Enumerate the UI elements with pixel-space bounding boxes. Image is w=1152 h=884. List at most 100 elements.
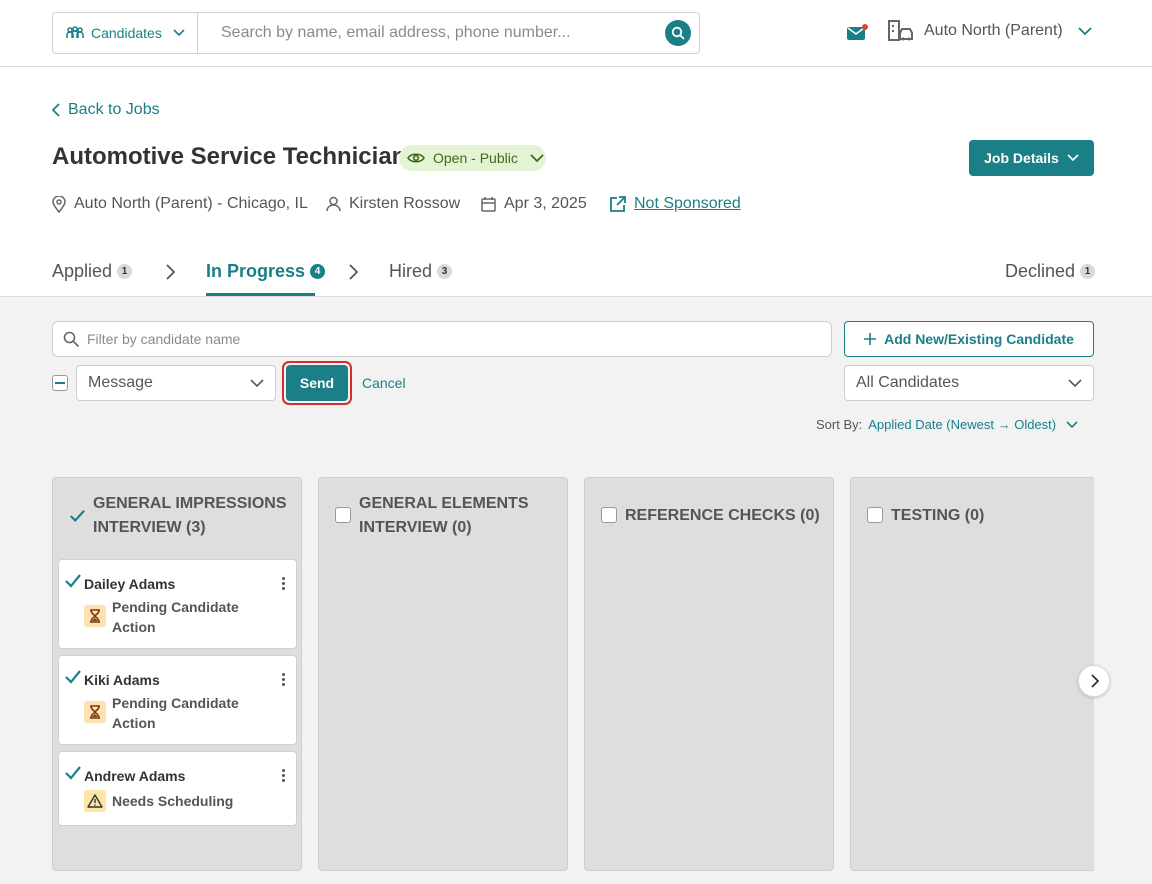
sort-control[interactable]: Sort By: Applied Date (Newest → Oldest) [816,417,1078,432]
tab-applied[interactable]: Applied 1 [52,261,133,282]
top-bar: Candidates Search by name, email address… [0,0,1152,67]
candidate-checkbox[interactable] [65,574,81,588]
plus-icon [864,333,877,345]
job-title: Automotive Service Technician [52,143,407,170]
add-candidate-button[interactable]: Add New/Existing Candidate [844,321,1094,357]
send-button[interactable]: Send [286,365,348,401]
chevron-down-icon [250,378,264,387]
search-button[interactable] [665,20,691,46]
candidate-status: Pending Candidate Action [112,599,239,635]
tab-count: 4 [310,264,326,279]
job-status-dropdown[interactable]: Open - Public [399,145,546,171]
tab-count: 3 [437,264,453,279]
stage-column: REFERENCE CHECKS (0) [584,477,834,871]
add-candidate-label: Add New/Existing Candidate [884,331,1074,347]
active-tab-indicator [206,293,315,296]
chevron-down-icon [1067,154,1079,162]
sort-value: Applied Date (Newest → Oldest) [868,417,1057,432]
search-scope-dropdown[interactable]: Candidates [53,13,198,53]
more-options-icon[interactable] [282,769,285,784]
job-location: Auto North (Parent) - Chicago, IL [52,195,308,213]
tab-declined[interactable]: Declined 1 [1005,261,1096,282]
candidate-filter-input[interactable]: Filter by candidate name [52,321,832,357]
more-options-icon[interactable] [282,577,285,592]
back-to-jobs-link[interactable]: Back to Jobs [52,101,160,119]
bulk-action-select[interactable]: Message [76,365,276,401]
stage-column: GENERAL IMPRESSIONS INTERVIEW (3) Dailey… [52,477,302,871]
hourglass-icon [84,605,106,627]
column-select-checkbox[interactable] [335,507,351,523]
column-select-checkbox[interactable] [867,507,883,523]
search-icon [671,26,685,40]
tab-label: In Progress [206,261,306,281]
stage-column: TESTING (0) [850,477,1094,871]
chevron-down-icon [1068,378,1082,387]
tab-in-progress[interactable]: In Progress 4 [206,261,326,282]
stage-column-title: REFERENCE CHECKS (0) [625,507,820,524]
candidate-status: Needs Scheduling [112,793,234,809]
candidate-checkbox[interactable] [65,766,81,780]
not-sponsored-link[interactable]: Not Sponsored [634,195,741,213]
candidate-name: Dailey Adams [84,576,176,592]
job-date: Apr 3, 2025 [481,195,587,213]
cancel-button[interactable]: Cancel [362,375,406,391]
back-label: Back to Jobs [68,101,160,118]
hourglass-icon [84,701,106,723]
candidate-name: Kiki Adams [84,672,160,688]
more-options-icon[interactable] [282,673,285,688]
stage-column-title: TESTING (0) [891,507,985,524]
job-date-text: Apr 3, 2025 [504,195,587,212]
column-select-checkbox[interactable] [601,507,617,523]
tab-label: Declined [1005,261,1076,281]
search-input[interactable]: Search by name, email address, phone num… [198,13,699,53]
job-location-text: Auto North (Parent) - Chicago, IL [74,195,308,212]
tab-count: 1 [1080,264,1096,279]
candidates-filter-value: All Candidates [856,374,960,391]
external-link-icon [610,195,626,212]
sort-label: Sort By: [816,417,863,432]
search-icon [63,331,79,347]
mail-icon [847,24,868,40]
chevron-right-icon [349,264,358,280]
job-details-label: Job Details [984,150,1059,166]
notifications-button[interactable] [846,24,870,47]
building-car-icon [888,20,913,41]
search-scope-label: Candidates [91,25,162,41]
map-pin-icon [52,195,66,213]
chevron-right-icon [1090,674,1099,688]
candidate-card[interactable]: Dailey Adams Pending Candidate Action [58,559,297,649]
org-switcher[interactable]: Auto North (Parent) [888,20,1092,42]
candidate-card[interactable]: Kiki Adams Pending Candidate Action [58,655,297,745]
job-details-button[interactable]: Job Details [969,140,1094,176]
chevron-down-icon [1066,420,1078,428]
warning-icon [84,790,106,812]
send-button-focus-ring: Send [282,361,352,405]
bulk-action-value: Message [88,374,153,391]
tab-label: Applied [52,261,113,281]
candidates-filter-select[interactable]: All Candidates [844,365,1094,401]
chevron-left-icon [52,103,60,117]
chevron-down-icon [173,29,185,37]
candidate-card[interactable]: Andrew Adams Needs Scheduling [58,751,297,826]
column-select-checkbox[interactable] [69,508,85,524]
calendar-icon [481,197,496,212]
pipeline-columns: GENERAL IMPRESSIONS INTERVIEW (3) Dailey… [0,470,1094,884]
tab-hired[interactable]: Hired 3 [389,261,453,282]
chevron-down-icon [1078,26,1092,35]
sponsor-status: Not Sponsored [609,195,741,213]
eye-icon [407,153,425,163]
people-icon [66,26,84,38]
candidate-status: Pending Candidate Action [112,695,239,731]
tab-count: 1 [117,264,133,279]
scroll-columns-right-button[interactable] [1078,665,1110,697]
global-search: Candidates Search by name, email address… [52,12,700,54]
tab-label: Hired [389,261,433,281]
candidate-checkbox[interactable] [65,670,81,684]
select-all-checkbox[interactable] [52,375,68,391]
stage-column-title: GENERAL ELEMENTS INTERVIEW (0) [359,495,529,536]
filter-placeholder: Filter by candidate name [87,331,241,347]
candidate-name: Andrew Adams [84,768,186,784]
stage-column: GENERAL ELEMENTS INTERVIEW (0) [318,477,568,871]
job-recruiter: Kirsten Rossow [326,195,460,213]
job-status-label: Open - Public [433,150,518,166]
